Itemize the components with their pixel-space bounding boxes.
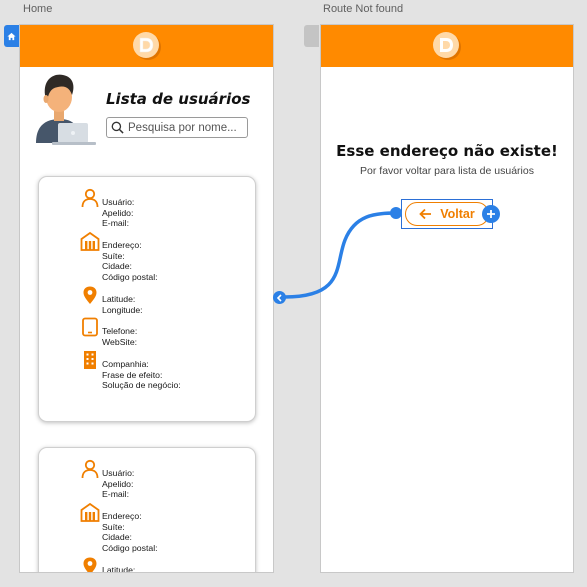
app-header xyxy=(20,25,273,67)
search-input[interactable] xyxy=(128,121,240,134)
label-endereco: Endereço: xyxy=(102,511,142,521)
arrow-left-icon xyxy=(419,208,432,220)
building-icon xyxy=(80,502,100,522)
label-longitude: Longitude: xyxy=(102,304,143,315)
back-button-label: Voltar xyxy=(440,207,475,221)
label-latitude: Latitude: xyxy=(102,294,136,304)
user-card[interactable]: Usuário: Apelido: E-mail: Endereço: Suít… xyxy=(38,176,256,422)
building-icon xyxy=(80,231,100,251)
chevron-left-icon xyxy=(276,293,282,302)
app-logo-icon xyxy=(132,32,161,60)
label-cidade: Cidade: xyxy=(102,532,132,543)
home-artboard: Lista de usuários Usuário: Apelido: E-ma… xyxy=(19,24,274,573)
phone-icon xyxy=(82,317,98,337)
link-target-handle[interactable] xyxy=(273,291,286,304)
label-website: WebSite: xyxy=(102,336,138,347)
label-email: E-mail: xyxy=(102,218,130,229)
search-box[interactable] xyxy=(106,117,248,138)
home-artboard-tab[interactable] xyxy=(4,25,19,47)
label-email: E-mail: xyxy=(102,489,130,500)
label-suite: Suíte: xyxy=(102,250,125,261)
label-solucao-de-negocio: Solução de negócio: xyxy=(102,380,181,391)
add-link-handle[interactable] xyxy=(482,205,500,223)
page-title: Lista de usuários xyxy=(106,90,251,108)
office-building-icon xyxy=(84,351,96,369)
label-telefone: Telefone: xyxy=(102,326,138,336)
label-codigo-postal: Código postal: xyxy=(102,542,158,553)
map-pin-icon xyxy=(83,286,97,304)
not-found-title: Esse endereço não existe! xyxy=(336,142,558,160)
user-card[interactable]: Usuário: Apelido: E-mail: Endereço: Suít… xyxy=(38,447,256,573)
label-latitude: Latitude: xyxy=(102,565,136,573)
label-usuario: Usuário: xyxy=(102,197,135,207)
app-logo-icon xyxy=(433,32,461,60)
map-pin-icon xyxy=(83,557,97,572)
search-icon xyxy=(111,121,124,134)
label-frase-de-efeito: Frase de efeito: xyxy=(102,369,163,380)
label-usuario: Usuário: xyxy=(102,468,135,478)
label-endereco: Endereço: xyxy=(102,240,142,250)
selection-outline: Voltar xyxy=(401,199,493,229)
label-companhia: Companhia: xyxy=(102,359,149,369)
label-suite: Suíte: xyxy=(102,521,125,532)
not-found-subtitle: Por favor voltar para lista de usuários xyxy=(360,165,534,177)
person-icon xyxy=(81,459,99,479)
app-header xyxy=(321,25,573,67)
artboard-label-home: Home xyxy=(23,3,53,15)
label-codigo-postal: Código postal: xyxy=(102,271,158,282)
plus-icon xyxy=(487,210,495,218)
back-button[interactable]: Voltar xyxy=(405,202,489,226)
label-cidade: Cidade: xyxy=(102,261,132,272)
not-found-artboard: Esse endereço não existe! Por favor volt… xyxy=(320,24,574,573)
artboard-label-not-found: Route Not found xyxy=(323,3,404,15)
not-found-artboard-tab[interactable] xyxy=(304,25,319,47)
user-avatar-illustration xyxy=(36,74,96,145)
person-icon xyxy=(81,188,99,208)
home-icon xyxy=(7,32,16,40)
label-apelido: Apelido: xyxy=(102,207,134,218)
label-apelido: Apelido: xyxy=(102,478,134,489)
